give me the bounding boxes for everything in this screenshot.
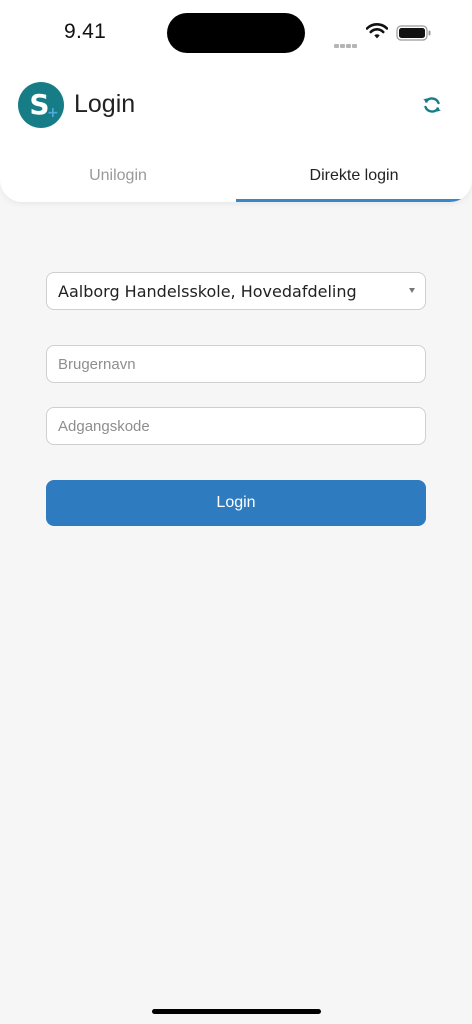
login-form: Aalborg Handelsskole, Hovedafdeling Logi… <box>46 272 426 526</box>
school-select-value: Aalborg Handelsskole, Hovedafdeling <box>58 281 357 301</box>
tab-unilogin[interactable]: Unilogin <box>0 150 236 202</box>
tab-direkte-login[interactable]: Direkte login <box>236 150 472 202</box>
refresh-button[interactable] <box>418 91 446 119</box>
battery-icon <box>396 25 431 41</box>
login-button[interactable]: Login <box>46 480 426 526</box>
header-card: 9.41 S + Login Unilogin Direkte login <box>0 0 472 202</box>
home-indicator <box>152 1009 321 1014</box>
status-time: 9.41 <box>64 20 107 43</box>
logo-plus: + <box>47 105 59 121</box>
dynamic-island <box>167 13 305 53</box>
app-logo: S + <box>18 82 64 128</box>
username-input[interactable] <box>46 345 426 383</box>
page-title: Login <box>74 90 136 118</box>
login-screen: 9.41 S + Login Unilogin Direkte login Aa… <box>0 0 472 1024</box>
login-tabs: Unilogin Direkte login <box>0 150 472 202</box>
school-select[interactable]: Aalborg Handelsskole, Hovedafdeling <box>46 272 426 310</box>
password-input[interactable] <box>46 407 426 445</box>
chevron-down-icon <box>409 288 415 293</box>
refresh-icon <box>423 97 441 113</box>
wifi-icon <box>366 23 388 39</box>
signal-dots-icon <box>334 35 358 53</box>
